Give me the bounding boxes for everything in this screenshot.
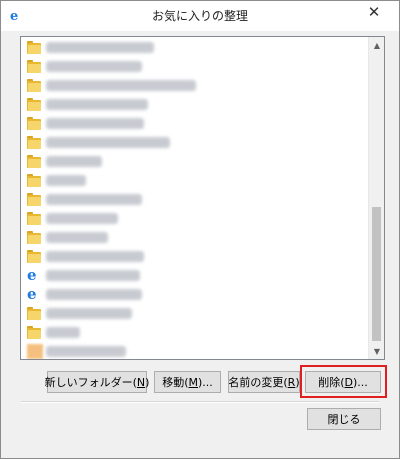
list-item[interactable] — [21, 57, 368, 76]
move-label: 移動( — [162, 376, 189, 389]
folder-icon — [27, 135, 43, 150]
redacted-label — [46, 137, 170, 148]
move-label-suffix: )... — [198, 375, 213, 389]
orange-icon — [27, 344, 43, 359]
redacted-label — [46, 232, 108, 243]
rename-label: 名前の変更( — [228, 376, 288, 389]
new-folder-label-suffix: ) — [145, 375, 150, 389]
folder-icon — [27, 192, 43, 207]
folder-icon — [27, 249, 43, 264]
folder-icon — [27, 40, 43, 55]
folder-icon — [27, 97, 43, 112]
folder-icon — [27, 211, 43, 226]
new-folder-button[interactable]: 新しいフォルダー(N) — [44, 371, 150, 393]
folder-icon — [27, 116, 43, 131]
redacted-label — [46, 327, 80, 338]
redacted-label — [46, 194, 142, 205]
favorites-list-items: eeFMVサポート 富士通 — [21, 37, 368, 359]
rename-accesskey: R — [287, 375, 296, 389]
scroll-up-icon[interactable]: ▲ — [369, 37, 384, 53]
list-item[interactable] — [21, 152, 368, 171]
folder-icon — [27, 306, 43, 321]
organize-favorites-dialog: e お気に入りの整理 ✕ eeFMVサポート 富士通 ▲ ▼ 新しいフォルダー(… — [0, 0, 400, 459]
delete-button[interactable]: 削除(D)... — [305, 371, 381, 393]
list-item[interactable]: e — [21, 266, 368, 285]
redacted-label — [46, 308, 132, 319]
folder-icon — [27, 230, 43, 245]
list-item[interactable] — [21, 342, 368, 359]
redacted-label — [46, 213, 118, 224]
folder-icon — [27, 78, 43, 93]
ie-icon: e — [27, 266, 37, 284]
redacted-label — [46, 118, 144, 129]
list-item[interactable] — [21, 228, 368, 247]
redacted-label — [46, 289, 142, 300]
list-item[interactable] — [21, 323, 368, 342]
list-item[interactable] — [21, 209, 368, 228]
vertical-scrollbar[interactable]: ▲ ▼ — [368, 37, 384, 359]
rename-label-suffix: ) — [295, 375, 300, 389]
redacted-label — [46, 80, 196, 91]
dialog-body: eeFMVサポート 富士通 ▲ ▼ 新しいフォルダー(N) 移動(M)... 名… — [1, 31, 399, 458]
redacted-label — [46, 270, 140, 281]
new-folder-accesskey: N — [136, 375, 146, 389]
folder-icon — [27, 154, 43, 169]
close-button[interactable]: 閉じる — [307, 408, 381, 430]
list-item[interactable] — [21, 304, 368, 323]
new-folder-label: 新しいフォルダー( — [44, 376, 137, 389]
folder-icon — [27, 173, 43, 188]
redacted-label — [46, 251, 144, 262]
redacted-label — [46, 61, 142, 72]
title-bar: e お気に入りの整理 ✕ — [1, 1, 399, 31]
move-button[interactable]: 移動(M)... — [154, 371, 221, 393]
scroll-down-icon[interactable]: ▼ — [369, 343, 384, 359]
close-label: 閉じる — [327, 413, 361, 426]
window-title: お気に入りの整理 — [151, 9, 248, 23]
delete-label: 削除( — [318, 376, 345, 389]
close-window-icon[interactable]: ✕ — [357, 1, 391, 23]
list-item[interactable] — [21, 38, 368, 57]
redacted-label — [46, 346, 126, 357]
favorites-list[interactable]: eeFMVサポート 富士通 ▲ ▼ — [20, 36, 385, 360]
separator — [21, 401, 379, 403]
redacted-label — [46, 42, 154, 53]
redacted-label — [46, 156, 102, 167]
scrollbar-thumb[interactable] — [372, 207, 381, 341]
list-item[interactable] — [21, 133, 368, 152]
list-item[interactable]: e — [21, 285, 368, 304]
rename-button[interactable]: 名前の変更(R) — [228, 371, 300, 393]
redacted-label — [46, 175, 86, 186]
list-item[interactable] — [21, 95, 368, 114]
delete-label-suffix: )... — [353, 375, 368, 389]
folder-icon — [27, 59, 43, 74]
move-accesskey: M — [188, 375, 199, 389]
ie-icon: e — [27, 285, 37, 303]
list-item[interactable] — [21, 114, 368, 133]
list-item[interactable] — [21, 190, 368, 209]
folder-icon — [27, 325, 43, 340]
list-item[interactable] — [21, 247, 368, 266]
delete-accesskey: D — [344, 375, 353, 389]
redacted-label — [46, 99, 148, 110]
list-item[interactable] — [21, 171, 368, 190]
list-item[interactable] — [21, 76, 368, 95]
